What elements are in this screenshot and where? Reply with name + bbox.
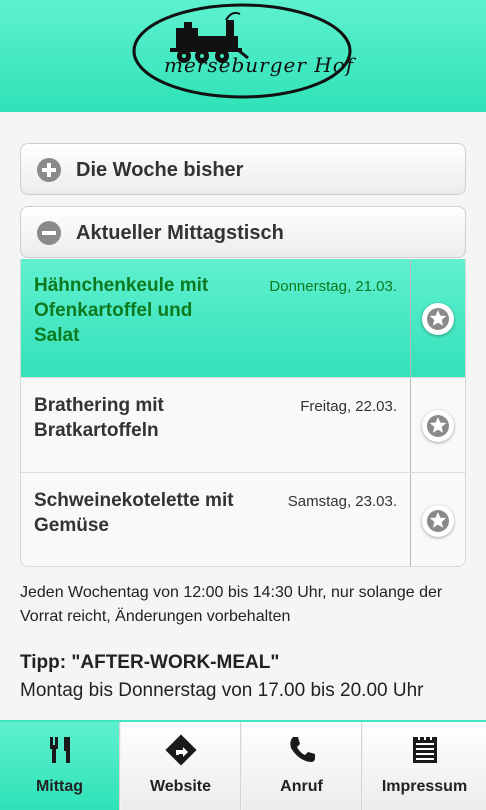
star-icon	[429, 417, 447, 433]
section-label: Die Woche bisher	[76, 159, 244, 181]
item-divider	[410, 473, 411, 566]
dish-date: Samstag, 23.03.	[287, 493, 397, 510]
tipp-title: Tipp: "AFTER-WORK-MEAL"	[20, 652, 280, 673]
tab-label: Impressum	[381, 778, 468, 795]
favorite-star-button[interactable]	[422, 505, 454, 537]
logo-script-text: merseburger Hof	[164, 53, 355, 77]
phone-icon	[290, 737, 315, 762]
section-label: Aktueller Mittagstisch	[76, 222, 284, 244]
item-divider	[410, 378, 411, 472]
tab-label: Website	[149, 778, 212, 795]
calendar-list-icon	[413, 735, 437, 763]
item-divider	[410, 259, 411, 377]
menu-list: Hähnchenkeule mit Ofenkartoffel und Sala…	[20, 259, 466, 567]
dish-name: Schweinekotelette mit Gemüse	[34, 490, 234, 536]
restaurant-logo	[130, 2, 355, 100]
favorite-star-button[interactable]	[422, 410, 454, 442]
tab-website[interactable]: Website	[121, 722, 241, 810]
app-header: merseburger Hof	[0, 0, 486, 112]
tab-mittag[interactable]: Mittag	[0, 722, 120, 810]
tab-anruf[interactable]: Anruf	[242, 722, 362, 810]
star-icon	[429, 512, 447, 528]
tab-label: Anruf	[280, 778, 323, 795]
dish-date: Donnerstag, 21.03.	[269, 278, 397, 295]
star-icon	[429, 310, 447, 326]
direction-sign-icon	[165, 734, 197, 766]
dish-date: Freitag, 22.03.	[300, 398, 397, 415]
favorite-star-button[interactable]	[422, 303, 454, 335]
tab-impressum[interactable]: Impressum	[363, 722, 486, 810]
menu-item[interactable]: Hähnchenkeule mit Ofenkartoffel und Sala…	[21, 259, 465, 378]
section-die-woche-bisher[interactable]: Die Woche bisher	[20, 143, 466, 195]
opening-hours-note: Jeden Wochentag von 12:00 bis 14:30 Uhr,…	[20, 584, 443, 625]
menu-item[interactable]: Brathering mit Bratkartoffeln Freitag, 2…	[21, 378, 465, 473]
train-logo-icon	[132, 3, 352, 99]
minus-circle-icon	[37, 221, 61, 245]
dish-name: Hähnchenkeule mit Ofenkartoffel und Sala…	[34, 275, 209, 346]
plus-circle-icon	[37, 158, 61, 182]
bottom-nav: Mittag Website Anruf Impressum	[0, 720, 486, 810]
menu-item[interactable]: Schweinekotelette mit Gemüse Samstag, 23…	[21, 473, 465, 566]
dish-name: Brathering mit Bratkartoffeln	[34, 395, 164, 441]
section-aktueller-mittagstisch[interactable]: Aktueller Mittagstisch	[20, 206, 466, 258]
main-content[interactable]: Die Woche bisher Aktueller Mittagstisch …	[0, 112, 486, 720]
tab-label: Mittag	[35, 778, 84, 795]
tipp-text: Montag bis Donnerstag von 17.00 bis 20.0…	[20, 680, 424, 701]
cutlery-icon	[50, 737, 70, 763]
